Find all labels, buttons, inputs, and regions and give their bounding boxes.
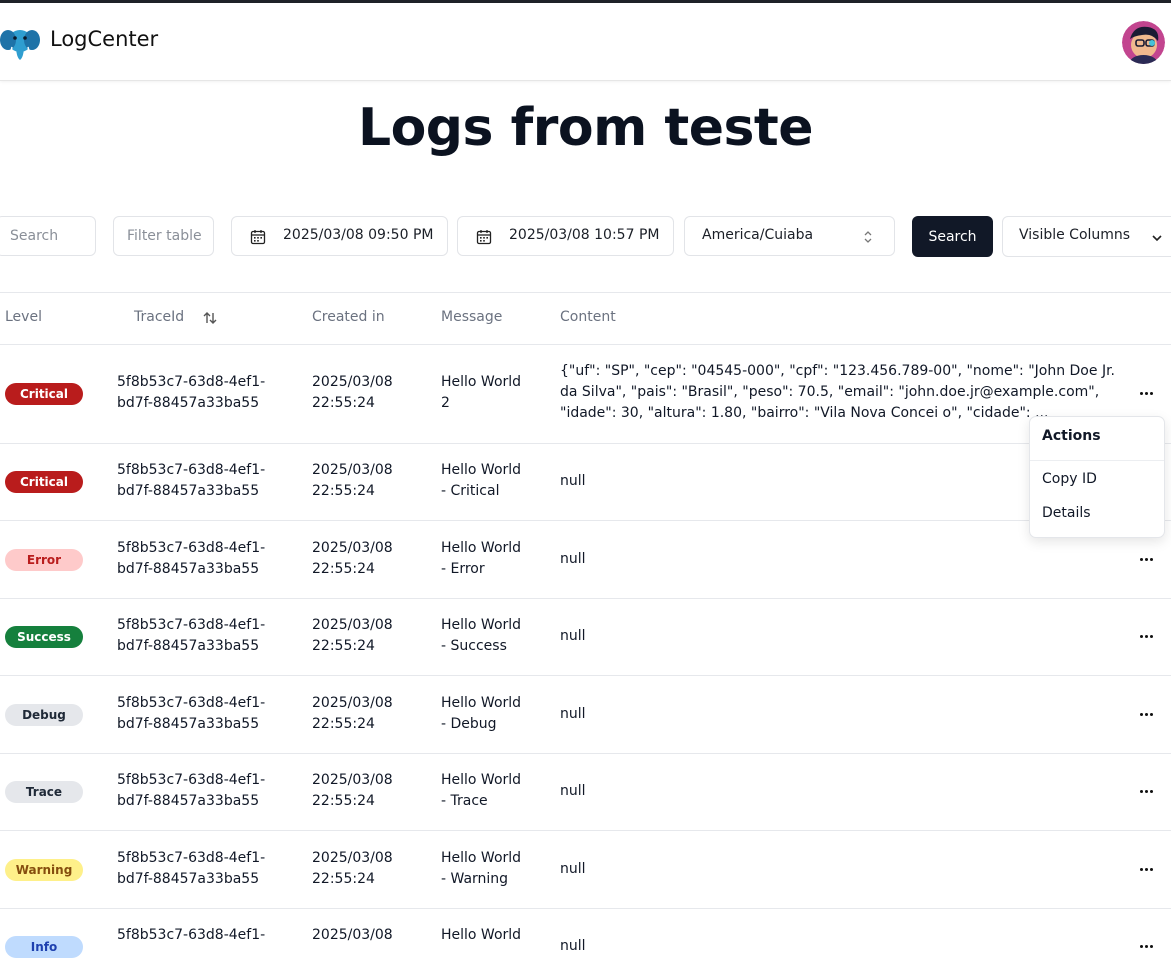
level-badge: Debug: [5, 704, 83, 726]
column-header-level: Level: [5, 309, 42, 325]
table-row[interactable]: Warning 5f8b53c7-63d8-4ef1- bd7f-88457a33…: [0, 830, 1171, 909]
trace-id-cell: 5f8b53c7-63d8-4ef1-: [117, 927, 266, 943]
content-cell: null: [560, 783, 586, 799]
actions-menu-title: Actions: [1042, 428, 1101, 444]
more-horizontal-icon[interactable]: [1139, 392, 1155, 398]
content-cell: null: [560, 706, 586, 722]
created-in-cell: 2025/03/08 22:55:24: [312, 462, 393, 499]
message-cell: Hello World - Debug: [441, 695, 522, 732]
created-in-cell: 2025/03/08: [312, 927, 393, 943]
column-header-message: Message: [441, 309, 503, 325]
table-top-border: [0, 292, 1171, 293]
column-header-created-in: Created in: [312, 309, 385, 325]
level-badge: Success: [5, 626, 83, 648]
trace-id-cell: 5f8b53c7-63d8-4ef1- bd7f-88457a33ba55: [117, 617, 266, 654]
copy-id-menu-item[interactable]: Copy ID: [1042, 471, 1097, 487]
level-badge: Critical: [5, 383, 83, 405]
calendar-icon: [250, 230, 266, 245]
visible-columns-button[interactable]: Visible Columns: [1002, 216, 1171, 257]
content-cell: null: [560, 473, 586, 489]
timezone-select[interactable]: America/Cuiaba: [684, 216, 895, 256]
level-badge: Critical: [5, 471, 83, 493]
details-menu-item[interactable]: Details: [1042, 505, 1091, 521]
search-button[interactable]: Search: [912, 216, 993, 257]
avatar-icon[interactable]: [1122, 21, 1165, 64]
actions-menu: Actions Copy ID Details: [1029, 416, 1165, 538]
trace-id-cell: 5f8b53c7-63d8-4ef1- bd7f-88457a33ba55: [117, 462, 266, 499]
calendar-icon: [476, 230, 492, 245]
content-cell: null: [560, 551, 586, 567]
trace-id-cell: 5f8b53c7-63d8-4ef1- bd7f-88457a33ba55: [117, 850, 266, 887]
table-row[interactable]: Success 5f8b53c7-63d8-4ef1- bd7f-88457a33…: [0, 598, 1171, 676]
more-horizontal-icon[interactable]: [1139, 868, 1155, 874]
level-badge: Warning: [5, 859, 83, 881]
elephant-logo-icon[interactable]: [0, 25, 40, 63]
content-cell: null: [560, 861, 586, 877]
table-row[interactable]: Critical 5f8b53c7-63d8-4ef1- bd7f-88457a3…: [0, 443, 1171, 521]
level-badge: Error: [5, 549, 83, 571]
sort-icon[interactable]: [202, 310, 218, 326]
brand-name[interactable]: LogCenter: [50, 27, 158, 51]
created-in-cell: 2025/03/08 22:55:24: [312, 617, 393, 654]
search-input[interactable]: [0, 228, 95, 244]
end-date-value: 2025/03/08 10:57 PM: [509, 227, 660, 243]
created-in-cell: 2025/03/08 22:55:24: [312, 850, 393, 887]
trace-id-cell: 5f8b53c7-63d8-4ef1- bd7f-88457a33ba55: [117, 374, 266, 411]
trace-id-cell: 5f8b53c7-63d8-4ef1- bd7f-88457a33ba55: [117, 772, 266, 809]
table-row[interactable]: Error 5f8b53c7-63d8-4ef1- bd7f-88457a33ba…: [0, 520, 1171, 599]
more-horizontal-icon[interactable]: [1139, 635, 1155, 641]
created-in-cell: 2025/03/08 22:55:24: [312, 695, 393, 732]
more-horizontal-icon[interactable]: [1139, 790, 1155, 796]
message-cell: Hello World - Trace: [441, 772, 522, 809]
visible-columns-label: Visible Columns: [1019, 227, 1131, 243]
message-cell: Hello World: [441, 927, 522, 943]
filter-table-input[interactable]: [114, 228, 213, 244]
chevron-down-icon: [1152, 235, 1162, 242]
search-field[interactable]: [0, 216, 96, 256]
filter-field[interactable]: [113, 216, 214, 256]
content-cell: {"uf": "SP", "cep": "04545-000", "cpf": …: [560, 363, 1115, 421]
message-cell: Hello World - Success: [441, 617, 522, 654]
menu-divider: [1030, 460, 1164, 461]
trace-id-cell: 5f8b53c7-63d8-4ef1- bd7f-88457a33ba55: [117, 540, 266, 577]
column-header-traceid[interactable]: TraceId: [134, 309, 184, 325]
column-header-content: Content: [560, 309, 616, 325]
created-in-cell: 2025/03/08 22:55:24: [312, 540, 393, 577]
more-horizontal-icon[interactable]: [1139, 945, 1155, 951]
message-cell: Hello World - Warning: [441, 850, 522, 887]
table-row[interactable]: Debug 5f8b53c7-63d8-4ef1- bd7f-88457a33ba…: [0, 675, 1171, 754]
chevron-up-down-icon: [864, 231, 872, 243]
table-row[interactable]: Info 5f8b53c7-63d8-4ef1- 2025/03/08 Hell…: [0, 908, 1171, 958]
level-badge: Info: [5, 936, 83, 958]
timezone-value: America/Cuiaba: [702, 227, 814, 243]
start-date-picker[interactable]: 2025/03/08 09:50 PM: [231, 216, 448, 256]
more-horizontal-icon[interactable]: [1139, 558, 1155, 564]
end-date-picker[interactable]: 2025/03/08 10:57 PM: [457, 216, 674, 256]
level-badge: Trace: [5, 781, 83, 803]
message-cell: Hello World 2: [441, 374, 522, 411]
trace-id-cell: 5f8b53c7-63d8-4ef1- bd7f-88457a33ba55: [117, 695, 266, 732]
more-horizontal-icon[interactable]: [1139, 713, 1155, 719]
navbar: LogCenter: [0, 3, 1171, 81]
content-cell: null: [560, 628, 586, 644]
table-row[interactable]: Critical 5f8b53c7-63d8-4ef1- bd7f-88457a3…: [0, 344, 1171, 444]
message-cell: Hello World - Critical: [441, 462, 522, 499]
start-date-value: 2025/03/08 09:50 PM: [283, 227, 434, 243]
message-cell: Hello World - Error: [441, 540, 522, 577]
table-row[interactable]: Trace 5f8b53c7-63d8-4ef1- bd7f-88457a33ba…: [0, 753, 1171, 831]
created-in-cell: 2025/03/08 22:55:24: [312, 772, 393, 809]
page-title: Logs from teste: [357, 98, 814, 158]
created-in-cell: 2025/03/08 22:55:24: [312, 374, 393, 411]
